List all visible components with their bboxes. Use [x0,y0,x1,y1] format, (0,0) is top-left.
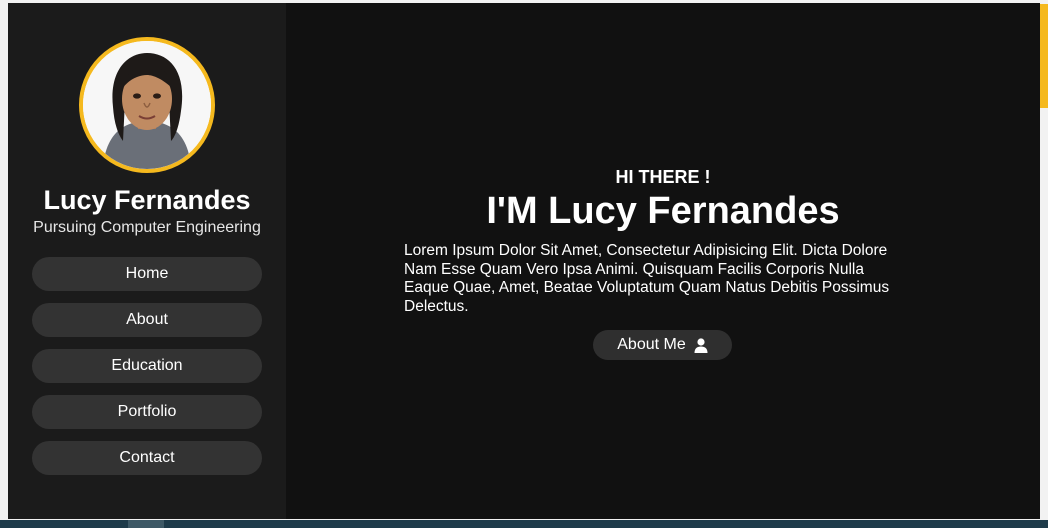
nav-item-portfolio[interactable]: Portfolio [32,395,262,429]
avatar [79,37,215,173]
portfolio-page: Lucy Fernandes Pursuing Computer Enginee… [8,3,1040,519]
avatar-photo [83,41,211,169]
about-me-button[interactable]: About Me [593,330,732,360]
user-icon [694,337,708,353]
nav-item-education[interactable]: Education [32,349,262,383]
taskbar [0,520,1048,528]
nav-item-about[interactable]: About [32,303,262,337]
hero-intro: Lorem Ipsum Dolor Sit Amet, Consectetur … [404,242,890,315]
sidebar-nav: Home About Education Portfolio Contact [32,257,262,475]
nav-item-contact[interactable]: Contact [32,441,262,475]
hero-headline: I'M Lucy Fernandes [486,190,840,232]
profile-subtitle: Pursuing Computer Engineering [33,219,261,236]
profile-name: Lucy Fernandes [43,185,251,215]
hero-greeting: HI THERE ! [615,167,711,187]
sidebar: Lucy Fernandes Pursuing Computer Enginee… [8,3,286,519]
hero-section: HI THERE ! I'M Lucy Fernandes Lorem Ipsu… [286,3,1040,519]
about-me-button-label: About Me [617,336,686,353]
scrollbar-thumb[interactable] [1040,4,1048,108]
taskbar-app[interactable] [128,520,164,528]
nav-item-home[interactable]: Home [32,257,262,291]
